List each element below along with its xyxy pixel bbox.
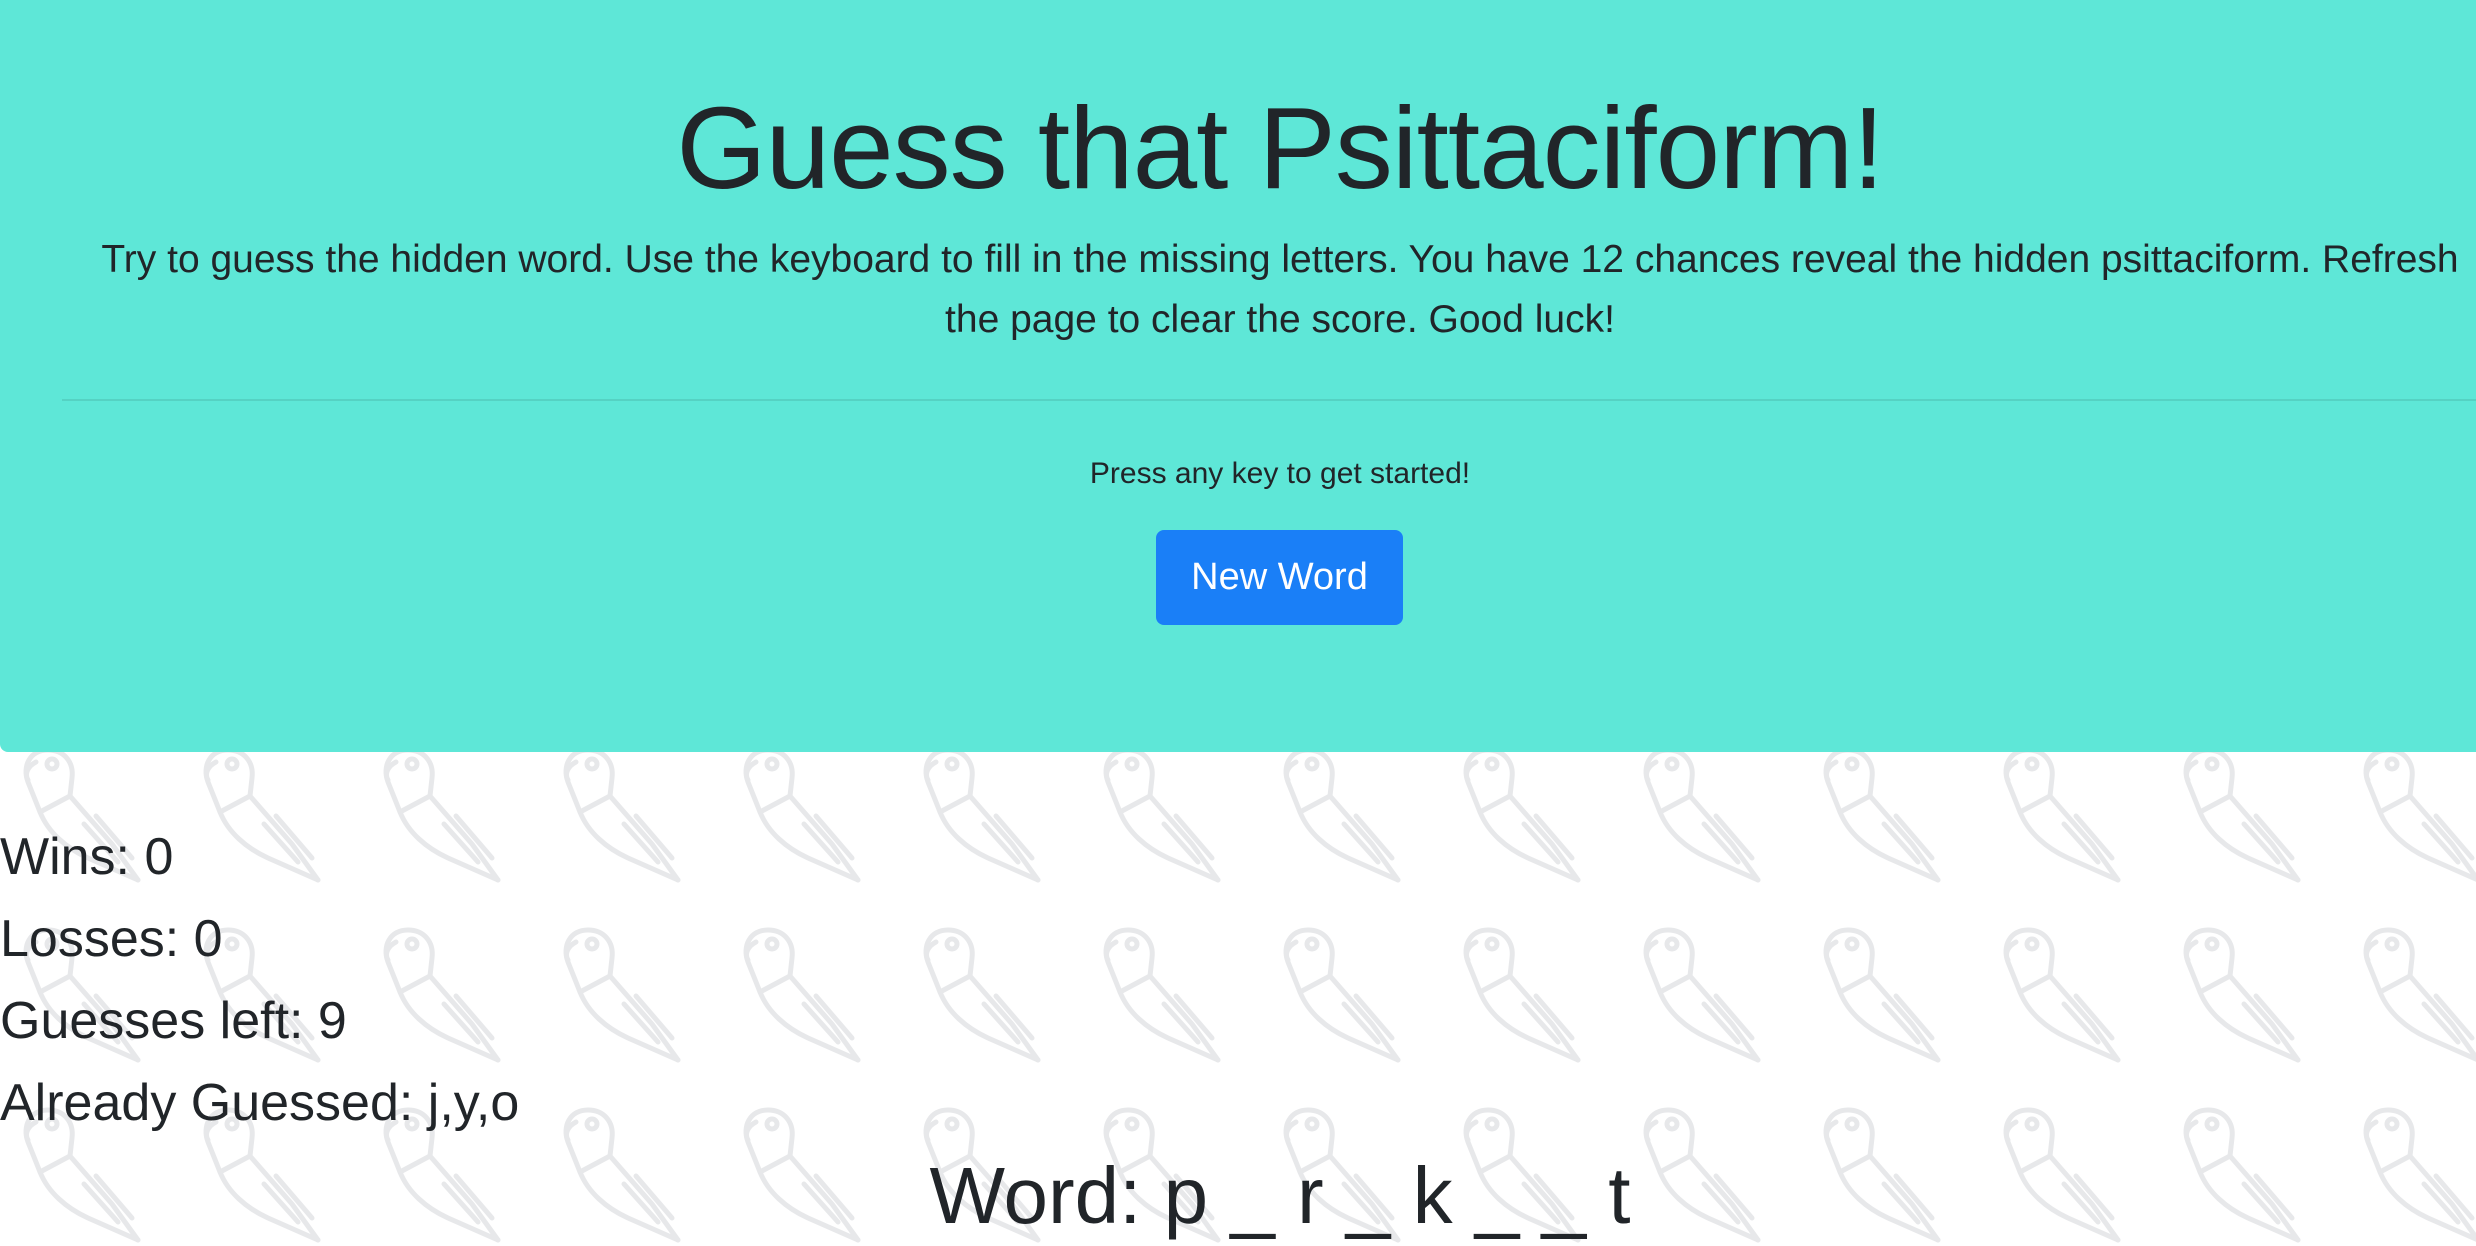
already-guessed: Already Guessed: j,y,o [0,1074,520,1132]
wins-count: Wins: 0 [0,828,174,886]
hidden-word: Word: p _ r _ k _ _ t [929,1151,1631,1240]
game-instructions: Try to guess the hidden word. Use the ke… [101,238,2459,341]
guesses-left: Guesses left: 9 [0,992,347,1050]
header-banner: Guess that Psittaciform! Try to guess th… [0,0,2476,752]
start-message: Press any key to get started! [1089,457,1471,490]
divider [62,399,2476,401]
losses-count: Losses: 0 [0,910,223,968]
score-panel: Wins: 0 Losses: 0 Guesses left: 9 Alread… [0,816,519,1144]
new-word-button[interactable]: New Word [1156,530,1403,625]
page-title: Guess that Psittaciform! [676,83,1884,213]
